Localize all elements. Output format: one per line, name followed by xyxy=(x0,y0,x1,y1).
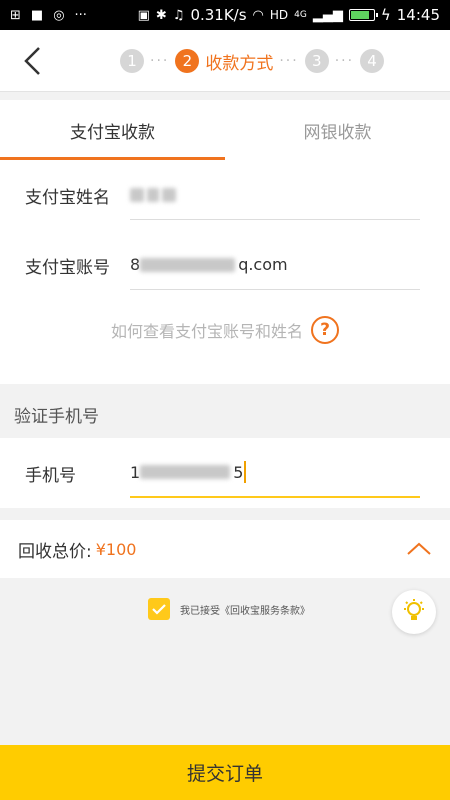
alipay-account-row: 支付宝账号 8 q.com xyxy=(25,240,420,290)
alipay-account-input[interactable]: 8 q.com xyxy=(130,240,420,290)
redacted-text xyxy=(147,187,159,202)
more-notifications-icon: ··· xyxy=(74,7,87,23)
payment-tabs: 支付宝收款 网银收款 xyxy=(0,100,450,160)
phone-suffix: 5 xyxy=(233,462,244,482)
alipay-name-label: 支付宝姓名 xyxy=(25,187,110,208)
text-cursor xyxy=(244,461,247,483)
phone-row: 手机号 1 5 xyxy=(25,448,420,498)
total-price: ¥100 xyxy=(95,539,137,559)
redacted-text xyxy=(162,187,176,202)
charging-icon: ϟ xyxy=(380,6,391,24)
bluetooth-icon: ✱ xyxy=(155,7,167,23)
phone-prefix: 1 xyxy=(130,462,141,482)
phone-input[interactable]: 1 5 xyxy=(130,448,420,498)
battery-icon xyxy=(348,9,378,21)
tab-bank[interactable]: 网银收款 xyxy=(225,100,450,160)
status-bar: ⊞ ■ ◎ ··· ▣ ✱ ♫ 0.31K/s ◠ HD 4G ▂▄▆ ϟ 14… xyxy=(0,0,450,30)
verify-phone-title: 验证手机号 xyxy=(14,407,99,427)
redacted-text xyxy=(140,257,236,272)
network-speed: 0.31K/s xyxy=(190,6,247,24)
header: 1 ··· 2 收款方式 ··· 3 ··· 4 xyxy=(0,30,450,92)
clock: 14:45 xyxy=(396,6,440,24)
help-text: 如何查看支付宝账号和姓名 xyxy=(110,322,303,341)
account-prefix: 8 xyxy=(130,255,141,274)
headphone-icon: ♫ xyxy=(172,7,185,23)
back-button[interactable] xyxy=(10,30,54,92)
redacted-text xyxy=(140,465,231,479)
redacted-text xyxy=(130,187,144,202)
back-arrow-icon xyxy=(24,47,40,75)
battery-fill xyxy=(350,11,370,19)
lightbulb-button[interactable] xyxy=(392,590,436,634)
agreement-text[interactable]: 我已接受《回收宝服务条款》 xyxy=(180,602,310,617)
step-indicator: 1 ··· 2 收款方式 ··· 3 ··· 4 xyxy=(120,30,385,92)
chevron-up-icon[interactable] xyxy=(406,542,432,556)
submit-order-button[interactable]: 提交订单 xyxy=(0,745,450,800)
alipay-account-label: 支付宝账号 xyxy=(25,257,110,278)
tab-alipay[interactable]: 支付宝收款 xyxy=(0,100,225,160)
status-right: ▣ ✱ ♫ 0.31K/s ◠ HD 4G ▂▄▆ ϟ 14:45 xyxy=(138,6,440,24)
wifi-icon: ◠ xyxy=(252,7,264,23)
agreement-checkbox[interactable] xyxy=(148,598,170,620)
signal-icon: ▂▄▆ xyxy=(312,7,343,23)
step-separator-icon: ··· xyxy=(334,53,355,69)
app-icon: ◎ xyxy=(53,7,65,23)
sim-icon: ▣ xyxy=(137,7,150,23)
step-2: 2 xyxy=(175,49,200,73)
phone-label: 手机号 xyxy=(25,465,76,486)
lightbulb-icon xyxy=(404,599,424,620)
checkmark-icon xyxy=(152,604,166,615)
app-grid-icon: ⊞ xyxy=(10,7,21,23)
step-separator-icon: ··· xyxy=(279,53,299,69)
phone-form: 手机号 1 5 xyxy=(0,438,450,508)
step-4: 4 xyxy=(360,49,385,73)
alipay-form: 支付宝姓名 支付宝账号 8 q.com 如何查看支付宝账号和姓名 ? xyxy=(0,160,450,384)
alipay-name-input[interactable] xyxy=(130,170,420,220)
help-link[interactable]: 如何查看支付宝账号和姓名 ? xyxy=(0,316,450,344)
notification-icon: ■ xyxy=(30,7,44,23)
agreement: 我已接受《回收宝服务条款》 xyxy=(148,598,310,620)
signal-type: 4G xyxy=(294,10,307,20)
step-separator-icon: ··· xyxy=(150,53,170,69)
step-1: 1 xyxy=(120,49,144,73)
alipay-name-row: 支付宝姓名 xyxy=(25,170,420,220)
question-mark-icon: ? xyxy=(311,316,339,344)
network-type: HD xyxy=(269,8,289,22)
total-price-row[interactable]: 回收总价: ¥100 xyxy=(0,520,450,578)
step-2-label: 收款方式 xyxy=(205,53,274,74)
total-label: 回收总价: xyxy=(18,541,92,562)
step-3: 3 xyxy=(304,49,329,73)
account-suffix: q.com xyxy=(238,255,288,274)
status-left: ⊞ ■ ◎ ··· xyxy=(10,8,87,23)
